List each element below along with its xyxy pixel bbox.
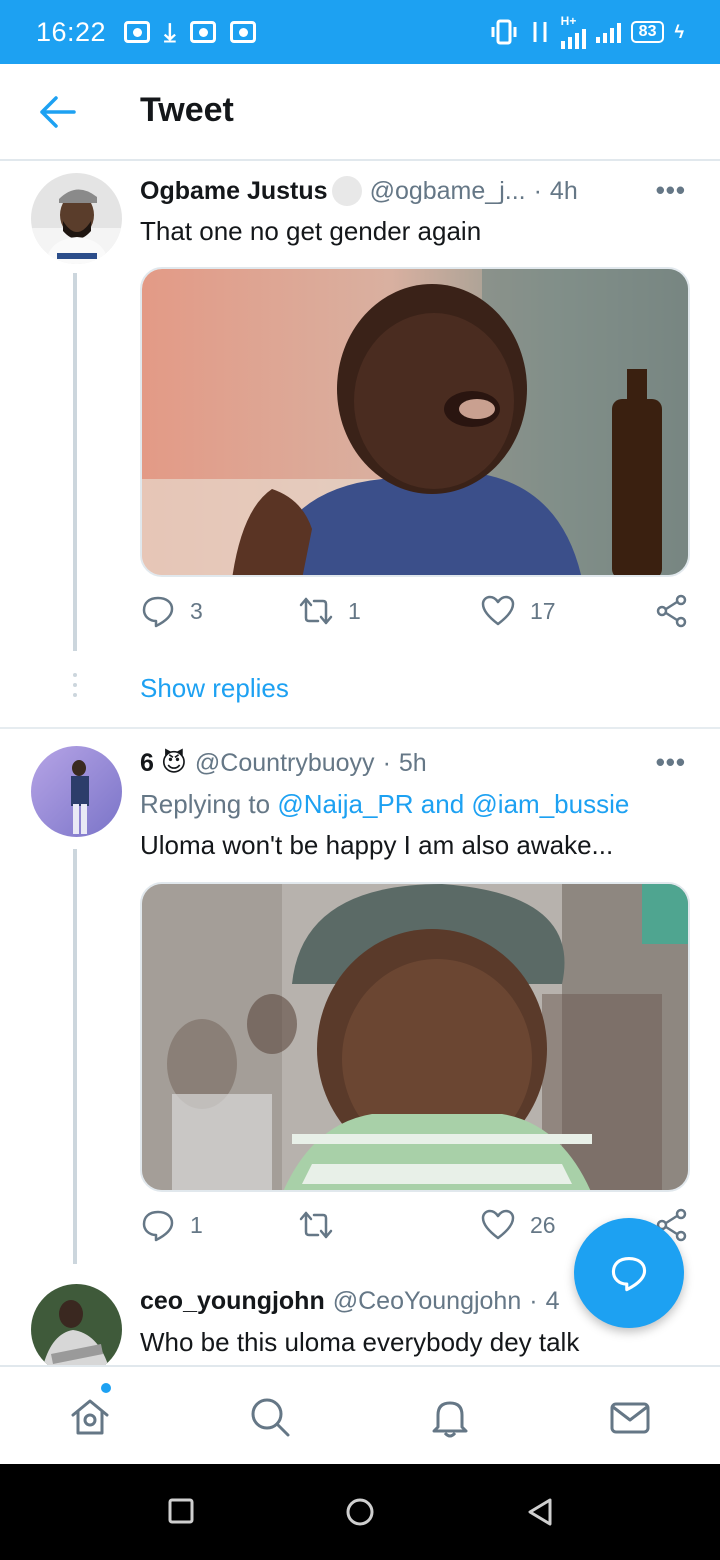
back-button[interactable] bbox=[38, 94, 78, 130]
separator-dot: · bbox=[533, 176, 542, 205]
triangle-back-icon bbox=[528, 1498, 552, 1526]
tweet-header: ceo_youngjohn @CeoYoungjohn · 4 bbox=[140, 1287, 559, 1316]
data-transfer-icon bbox=[533, 22, 547, 42]
recents-button[interactable] bbox=[167, 1497, 195, 1530]
vibrate-icon bbox=[491, 19, 517, 45]
thread-line bbox=[73, 273, 77, 651]
mention-link[interactable]: @iam_bussie bbox=[471, 789, 629, 819]
reply-icon bbox=[142, 1210, 174, 1242]
media-image bbox=[142, 269, 688, 575]
network-type: H+ bbox=[560, 14, 577, 28]
tweet-text: Uloma won't be happy I am also awake... bbox=[140, 830, 614, 860]
avatar[interactable] bbox=[31, 173, 122, 264]
search-icon bbox=[251, 1398, 290, 1437]
media-image bbox=[142, 884, 688, 1190]
nav-notifications[interactable] bbox=[428, 1395, 472, 1439]
like-count: 17 bbox=[530, 597, 556, 624]
recents-icon bbox=[168, 1498, 194, 1524]
share-button[interactable] bbox=[654, 593, 690, 629]
tweet[interactable]: Ogbame Justus @ogbame_j... · 4h ••• That… bbox=[0, 163, 720, 728]
tweet-actions: 3 1 17 bbox=[140, 593, 690, 633]
system-navigation-bar bbox=[0, 1464, 720, 1560]
notification-app-icon bbox=[229, 21, 256, 43]
like-button[interactable]: 26 bbox=[480, 1207, 556, 1243]
more-options-button[interactable]: ••• bbox=[656, 175, 686, 206]
tweet-time: 5h bbox=[398, 748, 427, 777]
replying-to: Replying to @Naija_PR and @iam_bussie bbox=[140, 789, 629, 820]
status-time: 16:22 bbox=[36, 16, 107, 47]
page-title: Tweet bbox=[140, 91, 234, 129]
separator-dot: · bbox=[529, 1287, 538, 1315]
home-icon bbox=[71, 1399, 109, 1435]
like-count: 26 bbox=[530, 1211, 556, 1238]
replying-prefix: Replying to bbox=[140, 789, 271, 819]
compose-reply-button[interactable] bbox=[574, 1218, 684, 1328]
signal-icon bbox=[560, 27, 586, 49]
placeholder-badge-icon bbox=[331, 176, 362, 206]
signal-icon-2 bbox=[595, 21, 621, 43]
retweet-icon bbox=[299, 597, 333, 625]
bottom-navigation bbox=[0, 1365, 720, 1464]
like-button[interactable]: 17 bbox=[480, 593, 556, 629]
thread-dots bbox=[73, 673, 77, 703]
retweet-button[interactable] bbox=[298, 1207, 348, 1243]
tweet-header: Ogbame Justus @ogbame_j... · 4h bbox=[140, 176, 578, 206]
compose-reply-icon bbox=[611, 1257, 647, 1292]
user-handle[interactable]: @Countrybuoyy bbox=[195, 749, 375, 778]
tweet-text: Who be this uloma everybody dey talk bbox=[140, 1327, 580, 1357]
mail-icon bbox=[610, 1402, 650, 1434]
download-icon: ⤓ bbox=[164, 17, 176, 47]
tweet-media[interactable] bbox=[140, 882, 690, 1192]
charging-icon: ϟ bbox=[674, 21, 684, 42]
more-options-button[interactable]: ••• bbox=[656, 747, 686, 778]
tweet-time: 4h bbox=[549, 176, 578, 205]
bell-icon bbox=[432, 1401, 468, 1438]
nav-home[interactable] bbox=[68, 1395, 112, 1439]
back-system-button[interactable] bbox=[525, 1497, 555, 1532]
avatar[interactable] bbox=[31, 1284, 122, 1365]
tweet-header: 6 😈 @Countrybuoyy · 5h bbox=[140, 748, 427, 778]
tweet-time: 4 bbox=[545, 1287, 560, 1315]
display-name[interactable]: Ogbame Justus bbox=[140, 177, 328, 206]
new-content-indicator bbox=[101, 1383, 111, 1393]
display-name[interactable]: 6 😈 bbox=[140, 748, 187, 778]
retweet-button[interactable]: 1 bbox=[298, 593, 361, 629]
tweet[interactable]: 6 😈 @Countrybuoyy · 5h ••• Replying to @… bbox=[0, 729, 720, 1264]
battery-icon: 83 bbox=[630, 21, 665, 43]
notification-app-icon bbox=[124, 21, 151, 43]
heart-icon bbox=[481, 1209, 515, 1240]
home-system-button[interactable] bbox=[345, 1497, 375, 1532]
status-system-icons: H+ 83 ϟ bbox=[489, 15, 684, 49]
mention-link[interactable]: @Naija_PR bbox=[277, 789, 413, 819]
retweet-icon bbox=[299, 1211, 333, 1239]
reply-count: 1 bbox=[190, 1211, 203, 1238]
user-handle[interactable]: @ogbame_j... bbox=[370, 177, 526, 206]
reply-button[interactable]: 1 bbox=[140, 1207, 203, 1243]
tweet-media[interactable] bbox=[140, 267, 690, 577]
notification-app-icon bbox=[189, 21, 216, 43]
reply-icon bbox=[142, 596, 174, 628]
nav-search[interactable] bbox=[248, 1395, 292, 1439]
reply-button[interactable]: 3 bbox=[140, 593, 203, 629]
user-handle[interactable]: @CeoYoungjohn bbox=[333, 1287, 522, 1316]
status-bar: 16:22 ⤓ H+ 83 ϟ bbox=[0, 0, 720, 64]
tweet-thread[interactable]: Ogbame Justus @ogbame_j... · 4h ••• That… bbox=[0, 163, 720, 1365]
replying-and: and bbox=[420, 789, 465, 819]
display-name[interactable]: ceo_youngjohn bbox=[140, 1287, 325, 1316]
retweet-count: 1 bbox=[348, 597, 361, 624]
reply-count: 3 bbox=[190, 597, 203, 624]
status-notification-icons: ⤓ bbox=[124, 19, 256, 45]
nav-messages[interactable] bbox=[608, 1395, 652, 1439]
share-icon bbox=[656, 594, 687, 628]
heart-icon bbox=[481, 595, 515, 626]
thread-line bbox=[73, 849, 77, 1264]
separator-dot: · bbox=[382, 748, 391, 777]
avatar[interactable] bbox=[31, 746, 122, 837]
tweet-text: That one no get gender again bbox=[140, 216, 482, 246]
arrow-left-icon bbox=[40, 96, 76, 128]
show-replies-link[interactable]: Show replies bbox=[140, 673, 289, 704]
top-app-bar: Tweet bbox=[0, 64, 720, 161]
circle-home-icon bbox=[346, 1498, 374, 1526]
